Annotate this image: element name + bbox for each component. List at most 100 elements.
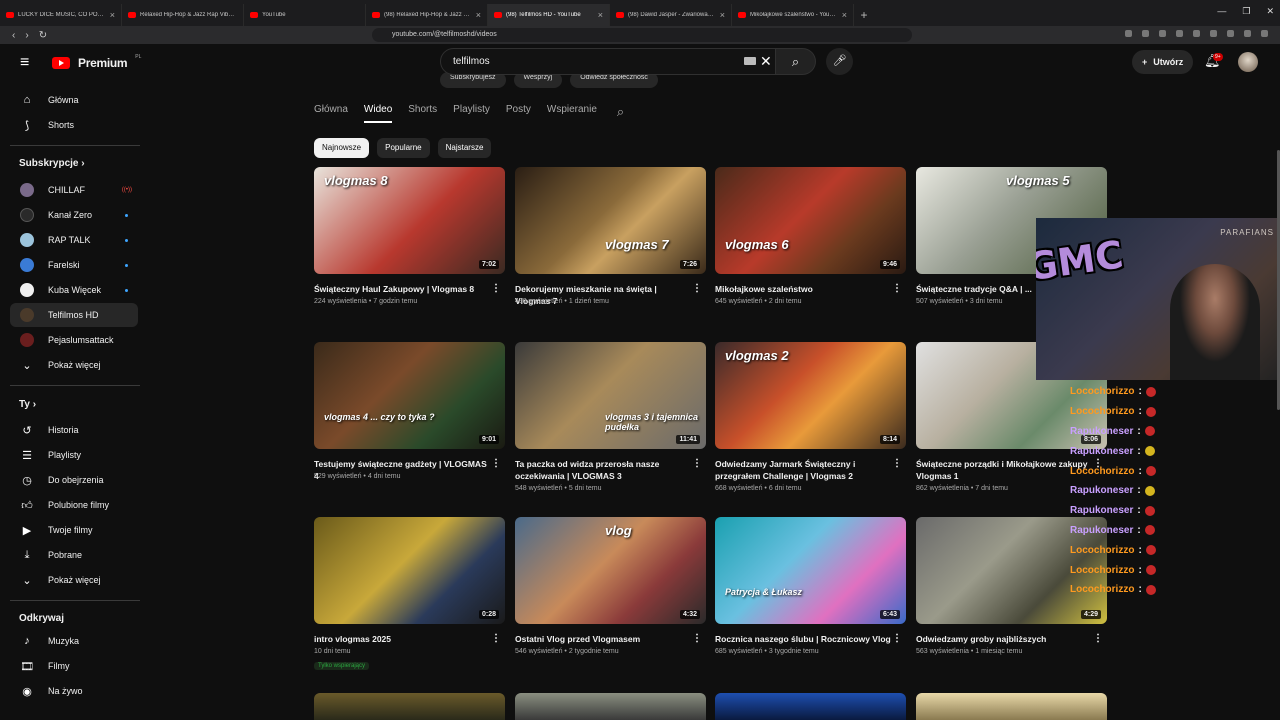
- video-thumbnail[interactable]: vlogmas 8 7:02: [314, 167, 505, 274]
- extension-icon[interactable]: [1227, 30, 1234, 37]
- more-options-icon[interactable]: ⋮: [892, 458, 902, 469]
- video-card[interactable]: 0:28 intro vlogmas 2025 ⋮ 10 dni temu Tylko …: [314, 517, 505, 670]
- url-field[interactable]: youtube.com/@telfilmoshd/videos: [372, 28, 912, 42]
- extension-icon[interactable]: [1125, 30, 1132, 37]
- forward-icon[interactable]: ›: [25, 30, 28, 41]
- maximize-icon[interactable]: ❐: [1242, 6, 1250, 17]
- video-card[interactable]: vlogmas 4 ... czy to tyka ? 9:01 Testujemy…: [314, 342, 505, 481]
- extension-icon[interactable]: [1176, 30, 1183, 37]
- video-title[interactable]: Rocznica naszego ślubu | Rocznicowy Vlog: [715, 633, 891, 645]
- browser-tab-active[interactable]: (98) Telfilmos HD - YouTube ×: [488, 4, 610, 26]
- create-button[interactable]: + Utwórz: [1132, 50, 1194, 74]
- tab-videos[interactable]: Wideo: [363, 104, 393, 123]
- tab-support[interactable]: Wspieranie: [547, 104, 597, 123]
- sidebar-item-downloads[interactable]: ⤓ Pobrane: [10, 543, 138, 567]
- video-card[interactable]: Patrycja & Łukasz 6:43 Rocznica naszego śl…: [715, 517, 906, 655]
- user-avatar[interactable]: [1238, 52, 1258, 72]
- video-thumbnail[interactable]: Patrycja & Łukasz 6:43: [715, 517, 906, 624]
- chip-popular[interactable]: Popularne: [377, 138, 430, 158]
- video-thumbnail[interactable]: vlog 4:32: [515, 517, 706, 624]
- sidebar-show-more-subs[interactable]: ⌄ Pokaż więcej: [10, 353, 138, 377]
- video-thumbnail[interactable]: vlogmas 2 8:14: [715, 342, 906, 449]
- keyboard-icon[interactable]: [744, 57, 756, 65]
- sidebar-sub-rap-talk[interactable]: RAP TALK: [10, 228, 138, 252]
- sidebar-item-films[interactable]: 🎞︎ Filmy: [10, 654, 138, 678]
- video-card[interactable]: vlogmas 3 i tajemnica pudełka 11:41 Ta pac…: [515, 342, 706, 492]
- video-card[interactable]: vlog 4:32 Ostatni Vlog przed Vlogmasem ⋮ 546…: [515, 517, 706, 655]
- sidebar-item-live[interactable]: ◉ Na żywo: [10, 679, 138, 703]
- close-tab-icon[interactable]: ×: [842, 10, 847, 20]
- close-tab-icon[interactable]: ×: [476, 10, 481, 20]
- tab-playlists[interactable]: Playlisty: [453, 104, 490, 123]
- new-tab-button[interactable]: +: [854, 4, 874, 26]
- video-card[interactable]: vlogmas 7 7:26 Dekorujemy mieszkanie na św…: [515, 167, 706, 306]
- sidebar-sub-telfilmos-hd[interactable]: Telfilmos HD: [10, 303, 138, 327]
- video-thumbnail[interactable]: vlogmas 7 7:26: [515, 167, 706, 274]
- search-button[interactable]: ⌕: [776, 48, 816, 75]
- sidebar-sub-pejaslumsattack[interactable]: Pejaslumsattack: [10, 328, 138, 352]
- more-options-icon[interactable]: ⋮: [892, 633, 902, 644]
- subscriptions-header[interactable]: Subskrypcje ›: [19, 158, 85, 169]
- video-title[interactable]: Odwiedzamy Jarmark Świąteczny i przegrał…: [715, 458, 891, 482]
- more-options-icon[interactable]: ⋮: [491, 633, 501, 644]
- more-options-icon[interactable]: ⋮: [692, 633, 702, 644]
- video-thumbnail[interactable]: vlogmas 3 i tajemnica pudełka 11:41: [515, 342, 706, 449]
- browser-tab[interactable]: LUCKY DICE MUSIC, CO POSZŁO NIE TAK ×: [0, 4, 122, 26]
- video-thumbnail-partial[interactable]: [515, 693, 706, 720]
- video-thumbnail-partial[interactable]: [314, 693, 505, 720]
- more-options-icon[interactable]: ⋮: [491, 458, 501, 469]
- video-title[interactable]: Świąteczny Haul Zakupowy | Vlogmas 8: [314, 283, 490, 295]
- close-window-icon[interactable]: ✕: [1266, 6, 1274, 17]
- sidebar-item-music[interactable]: ♪ Muzyka: [10, 629, 138, 653]
- extension-icon[interactable]: [1142, 30, 1149, 37]
- more-options-icon[interactable]: ⋮: [1093, 633, 1103, 644]
- sidebar-item-history[interactable]: ↺ Historia: [10, 418, 138, 442]
- close-tab-icon[interactable]: ×: [110, 10, 115, 20]
- menu-icon[interactable]: ≡: [20, 54, 34, 72]
- more-options-icon[interactable]: ⋮: [692, 458, 702, 469]
- video-thumbnail[interactable]: vlogmas 4 ... czy to tyka ? 9:01: [314, 342, 505, 449]
- chip-oldest[interactable]: Najstarsze: [437, 138, 492, 158]
- sidebar-sub-farelski[interactable]: Farelski: [10, 253, 138, 277]
- more-options-icon[interactable]: ⋮: [491, 283, 501, 294]
- extension-icon[interactable]: [1159, 30, 1166, 37]
- sidebar-item-your-videos[interactable]: ▶ Twoje filmy: [10, 518, 138, 542]
- extension-icon[interactable]: [1261, 30, 1268, 37]
- reload-icon[interactable]: ↻: [39, 30, 47, 41]
- more-options-icon[interactable]: ⋮: [692, 283, 702, 294]
- sidebar-item-playlists[interactable]: ☰ Playlisty: [10, 443, 138, 467]
- video-thumbnail-partial[interactable]: [916, 693, 1107, 720]
- video-title[interactable]: intro vlogmas 2025: [314, 633, 490, 645]
- browser-tab[interactable]: (98) Relaxed Hip-Hop & Jazz Rap Vibes ×: [366, 4, 488, 26]
- browser-tab[interactable]: Relaxed Hip-Hop & Jazz Rap Vibes / Lo-fi: [122, 4, 244, 26]
- video-title[interactable]: Mikołajkowe szaleństwo: [715, 283, 891, 295]
- sidebar-item-shorts[interactable]: ⟆ Shorts: [10, 113, 138, 137]
- sidebar-item-liked[interactable]: 👍︎ Polubione filmy: [10, 493, 138, 517]
- back-icon[interactable]: ‹: [12, 30, 15, 41]
- chip-newest[interactable]: Najnowsze: [314, 138, 370, 158]
- extension-icon[interactable]: [1193, 30, 1200, 37]
- tab-posts[interactable]: Posty: [506, 104, 531, 123]
- tab-home[interactable]: Główna: [314, 104, 348, 123]
- you-header[interactable]: Ty ›: [19, 399, 36, 410]
- video-card[interactable]: vlogmas 8 7:02 Świąteczny Haul Zakupowy | …: [314, 167, 505, 305]
- sidebar-item-watch-later[interactable]: ◷ Do obejrzenia: [10, 468, 138, 492]
- extension-icon[interactable]: [1210, 30, 1217, 37]
- video-title[interactable]: Świąteczne porządki i Mikołajkowe zakupy…: [916, 458, 1092, 482]
- close-tab-icon[interactable]: ×: [598, 10, 603, 20]
- more-options-icon[interactable]: ⋮: [892, 283, 902, 294]
- browser-tab[interactable]: (98) Dawid Jasper - Zwariowana Noc ×: [610, 4, 732, 26]
- sidebar-show-more-you[interactable]: ⌄ Pokaż więcej: [10, 568, 138, 592]
- minimize-icon[interactable]: —: [1217, 6, 1226, 17]
- video-title[interactable]: Ta paczka od widza przerosła nasze oczek…: [515, 458, 691, 482]
- sidebar-sub-kanal-zero[interactable]: Kanał Zero: [10, 203, 138, 227]
- clear-search-icon[interactable]: ✕: [760, 53, 772, 70]
- sidebar-sub-kuba-wiecek[interactable]: Kuba Więcek: [10, 278, 138, 302]
- video-thumbnail-partial[interactable]: [715, 693, 906, 720]
- sidebar-item-home[interactable]: ⌂ Główna: [10, 88, 138, 112]
- video-title[interactable]: Ostatni Vlog przed Vlogmasem: [515, 633, 691, 645]
- channel-search-icon[interactable]: ⌕: [617, 104, 624, 123]
- video-thumbnail[interactable]: 0:28: [314, 517, 505, 624]
- tab-shorts[interactable]: Shorts: [408, 104, 437, 123]
- video-thumbnail[interactable]: vlogmas 6 9:46: [715, 167, 906, 274]
